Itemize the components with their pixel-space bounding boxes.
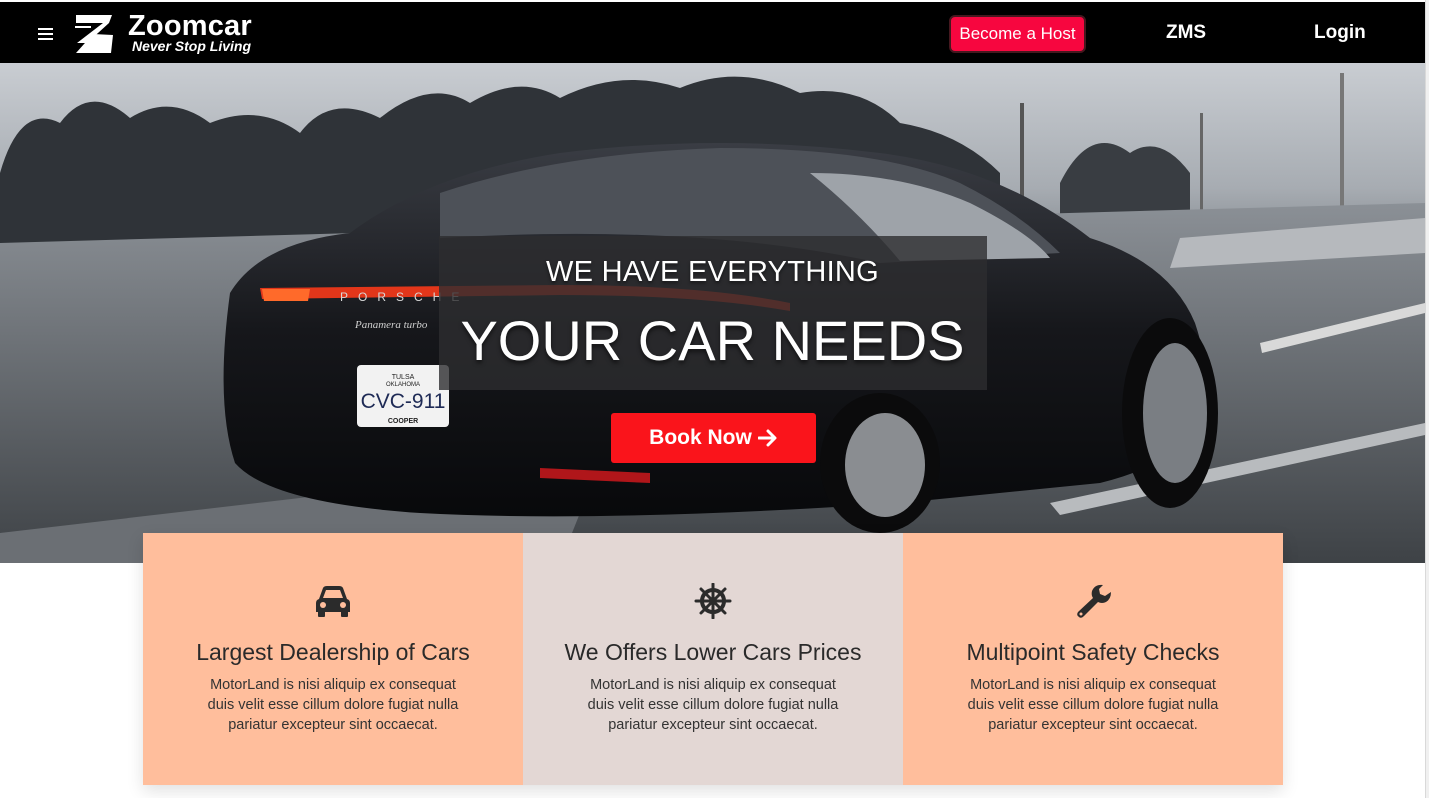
feature-title: Multipoint Safety Checks [966,639,1220,665]
nav-link-login[interactable]: Login [1314,22,1366,44]
book-now-label: Book Now [649,426,752,449]
brand-logo[interactable]: Zoomcar Never Stop Living [73,10,273,57]
feature-title: Largest Dealership of Cars [196,639,470,665]
hamburger-menu-icon[interactable] [38,28,53,40]
arrow-right-icon [757,429,777,447]
top-navbar: Zoomcar Never Stop Living Become a Host … [0,2,1425,63]
wrench-icon [1077,584,1111,618]
svg-text:OKLAHOMA: OKLAHOMA [386,382,420,388]
car-icon [316,586,350,617]
book-now-button[interactable]: Book Now [611,413,816,463]
brand-tagline: Never Stop Living [132,38,252,54]
ship-wheel-icon [694,583,732,619]
hero-title: YOUR CAR NEEDS [460,309,965,372]
hero-banner: PORSCHE Panamera turbo TULSA OKLAHOMA CV… [0,63,1425,563]
feature-card-dealership: Largest Dealership of Cars MotorLand is … [143,533,523,785]
window-edge [1425,0,1429,798]
feature-description: MotorLand is nisi aliquip ex consequat d… [967,677,1219,733]
feature-title: We Offers Lower Cars Prices [564,639,862,665]
page: Zoomcar Never Stop Living Become a Host … [0,0,1425,798]
nav-link-zms[interactable]: ZMS [1166,22,1206,44]
feature-card-safety: Multipoint Safety Checks MotorLand is ni… [903,533,1283,785]
feature-card-prices: We Offers Lower Cars Prices MotorLand is… [523,533,903,785]
svg-text:CVC-911: CVC-911 [361,390,446,413]
features-section: Largest Dealership of Cars MotorLand is … [143,533,1283,785]
become-a-host-button[interactable]: Become a Host [949,15,1086,53]
svg-text:TULSA: TULSA [392,374,415,381]
zoomcar-logo-icon [75,15,113,53]
feature-description: MotorLand is nisi aliquip ex consequat d… [207,677,459,733]
svg-text:COOPER: COOPER [388,418,418,425]
feature-description: MotorLand is nisi aliquip ex consequat d… [587,677,839,733]
hero-subtitle: WE HAVE EVERYTHING [545,256,880,288]
